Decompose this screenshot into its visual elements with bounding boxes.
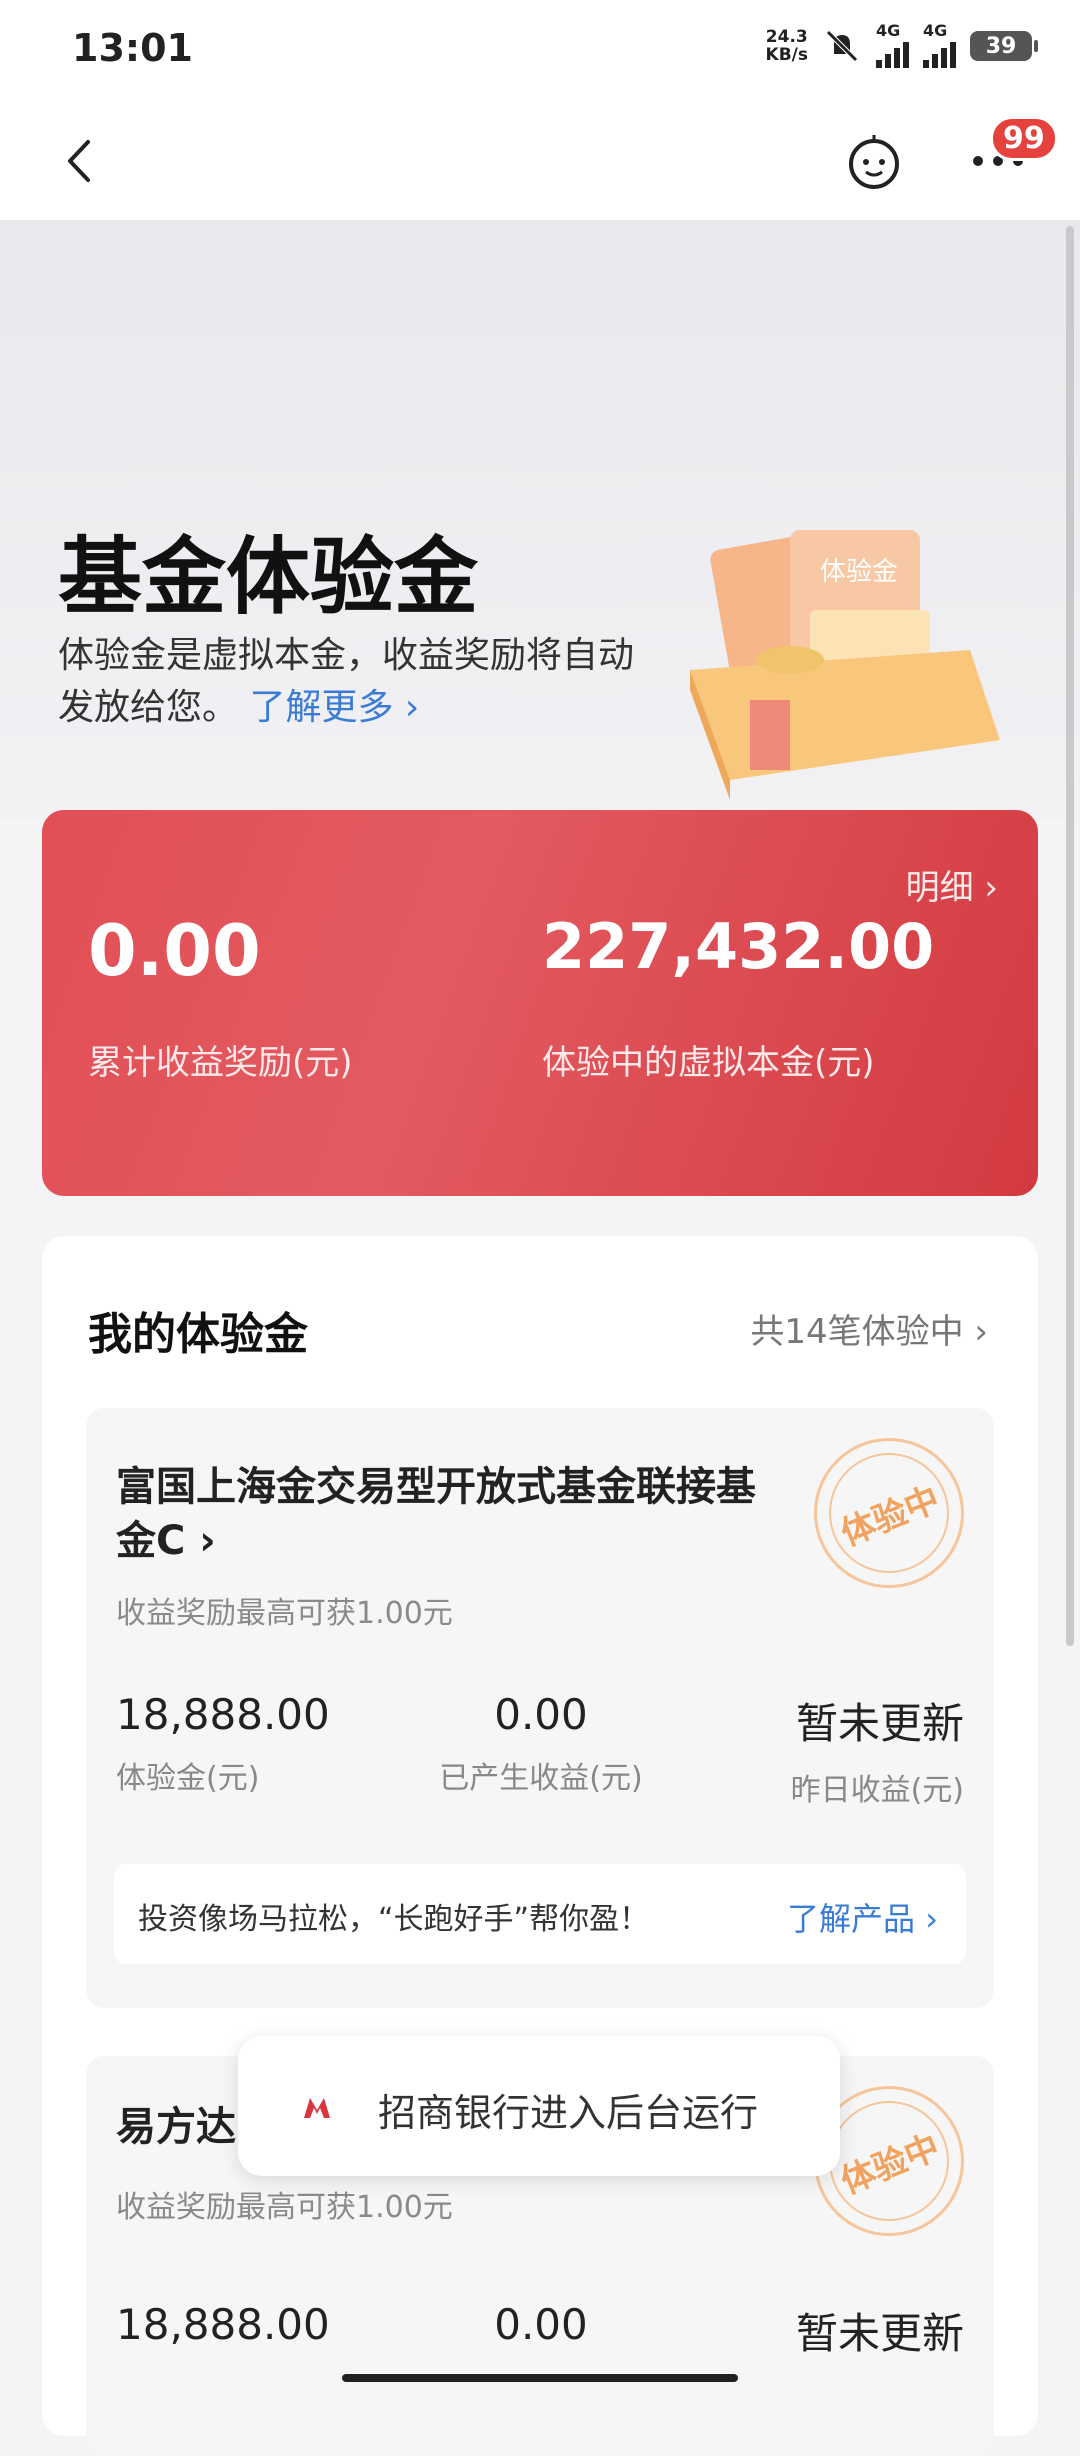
- clock: 13:01: [72, 26, 193, 70]
- section-title: 我的体验金: [88, 1309, 308, 1360]
- illustration-label: 体验金: [820, 557, 898, 587]
- in-experience-stamp: 体验中: [814, 1438, 964, 1588]
- cumulative-reward-label: 累计收益奖励(元): [88, 1043, 353, 1083]
- back-arrow-icon[interactable]: [60, 136, 100, 186]
- stat-amount: 18,888.00 体验金(元): [116, 1690, 330, 1796]
- cmb-logo-icon: [292, 2082, 342, 2132]
- scrollbar[interactable]: [1066, 226, 1074, 1646]
- detail-link[interactable]: 明细 ›: [906, 860, 998, 909]
- signal-2: 4G: [923, 23, 956, 68]
- mute-icon: [826, 30, 858, 62]
- notification-badge: 99: [990, 116, 1058, 161]
- fund-card[interactable]: 富国上海金交易型开放式基金联接基金C › 收益奖励最高可获1.00元 体验中 1…: [86, 1408, 994, 2008]
- top-nav: [0, 100, 1080, 220]
- summary-card: 明细 › 0.00 227,432.00 累计收益奖励(元) 体验中的虚拟本金(…: [42, 810, 1038, 1196]
- virtual-principal-label: 体验中的虚拟本金(元): [542, 1043, 875, 1083]
- promo-text: 投资像场马拉松，“长跑好手”帮你盈！: [138, 1902, 650, 1937]
- product-promo[interactable]: 投资像场马拉松，“长跑好手”帮你盈！ 了解产品 ›: [114, 1864, 966, 1964]
- toast-text: 招商银行进入后台运行: [378, 2091, 759, 2135]
- gift-box-illustration: 体验金: [690, 530, 1000, 800]
- status-icons: 24.3 KB/s 4G 4G 39: [765, 23, 1038, 68]
- hero-banner: 基金体验金 体验金是虚拟本金，收益奖励将自动发放给您。 了解更多 › 体验金: [0, 220, 1080, 820]
- cumulative-reward-value: 0.00: [88, 910, 261, 992]
- learn-product-link[interactable]: 了解产品 ›: [787, 1894, 938, 1940]
- stat-earned: 0.00 已产生收益(元): [439, 1690, 643, 1796]
- battery-icon: 39: [970, 31, 1038, 61]
- home-indicator[interactable]: [342, 2374, 738, 2382]
- reward-note: 收益奖励最高可获1.00元: [116, 1596, 453, 1631]
- background-run-toast: 招商银行进入后台运行: [238, 2036, 840, 2176]
- signal-1: 4G: [876, 23, 909, 68]
- stat-amount: 18,888.00: [116, 2300, 330, 2349]
- hero-description: 体验金是虚拟本金，收益奖励将自动发放给您。 了解更多 ›: [58, 635, 635, 728]
- reward-note: 收益奖励最高可获1.00元: [116, 2190, 453, 2225]
- experience-count-link[interactable]: 共14笔体验中 ›: [750, 1304, 988, 1353]
- status-bar: 13:01 24.3 KB/s 4G 4G 39: [0, 0, 1080, 100]
- signal-bars-icon: [876, 38, 909, 68]
- net-speed: 24.3 KB/s: [765, 27, 808, 65]
- customer-service-robot-icon[interactable]: [846, 134, 902, 190]
- fund-name[interactable]: 富国上海金交易型开放式基金联接基金C ›: [116, 1460, 776, 1568]
- stat-earned: 0.00: [494, 2300, 588, 2349]
- signal-bars-icon: [923, 38, 956, 68]
- stat-yesterday: 暂未更新 昨日收益(元): [790, 1699, 964, 1808]
- learn-more-link[interactable]: 了解更多 ›: [249, 687, 419, 728]
- page-title: 基金体验金: [58, 528, 479, 626]
- stat-yesterday: 暂未更新: [795, 2309, 964, 2358]
- my-experience-section: 我的体验金 共14笔体验中 › 富国上海金交易型开放式基金联接基金C › 收益奖…: [42, 1236, 1038, 2456]
- virtual-principal-value: 227,432.00: [542, 910, 935, 983]
